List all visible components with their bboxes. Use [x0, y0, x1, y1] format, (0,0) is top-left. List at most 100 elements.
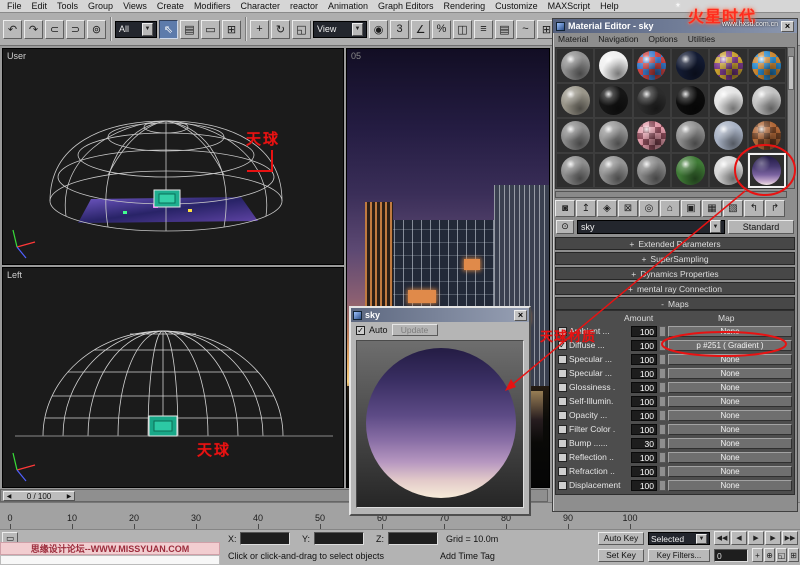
- map-enable-checkbox[interactable]: [558, 369, 567, 378]
- put-to-scene-icon[interactable]: ↥: [576, 200, 596, 217]
- make-unique-icon[interactable]: ◎: [639, 200, 659, 217]
- select-and-move-icon[interactable]: +: [250, 20, 269, 39]
- material-sample-17[interactable]: [709, 118, 747, 153]
- viewport-left[interactable]: Left: [2, 267, 344, 488]
- select-and-link-icon[interactable]: ⊂: [45, 20, 64, 39]
- curve-editor-icon[interactable]: ~: [516, 20, 535, 39]
- material-id-icon[interactable]: ▣: [681, 200, 701, 217]
- material-sample-23[interactable]: [709, 153, 747, 188]
- go-to-start-button[interactable]: ◀◀: [714, 531, 730, 545]
- selection-filter-dropdown[interactable]: All ▼: [115, 21, 157, 38]
- key-filters-button[interactable]: Key Filters...: [648, 549, 710, 562]
- material-sample-21[interactable]: [633, 153, 671, 188]
- map-amount-field[interactable]: 100: [631, 396, 657, 407]
- previous-frame-button[interactable]: ◀: [731, 531, 747, 545]
- scrollbar-thumb[interactable]: [788, 56, 794, 90]
- map-amount-field[interactable]: 100: [631, 452, 657, 463]
- material-sample-4[interactable]: [671, 48, 709, 83]
- rollout-extended-parameters[interactable]: +Extended Parameters: [555, 237, 795, 250]
- select-and-rotate-icon[interactable]: ↻: [271, 20, 290, 39]
- map-enable-checkbox[interactable]: [558, 425, 567, 434]
- rollout-supersampling[interactable]: +SuperSampling: [555, 252, 795, 265]
- percent-snap-icon[interactable]: %: [432, 20, 451, 39]
- material-sample-6[interactable]: [748, 48, 786, 83]
- amount-spinner[interactable]: [659, 480, 666, 491]
- material-sample-11[interactable]: [709, 83, 747, 118]
- me-menu-navigation[interactable]: Navigation: [598, 34, 638, 44]
- map-amount-field[interactable]: 100: [631, 354, 657, 365]
- z-coordinate-field[interactable]: [388, 532, 438, 545]
- material-sample-22[interactable]: [671, 153, 709, 188]
- material-sample-19[interactable]: [556, 153, 594, 188]
- map-button[interactable]: None: [668, 410, 792, 421]
- rectangular-region-icon[interactable]: ▭: [201, 20, 220, 39]
- menu-item-group[interactable]: Group: [83, 1, 118, 11]
- material-sample-3[interactable]: [633, 48, 671, 83]
- material-sample-9[interactable]: [633, 83, 671, 118]
- amount-spinner[interactable]: [659, 354, 666, 365]
- put-to-library-icon[interactable]: ⌂: [660, 200, 680, 217]
- map-button[interactable]: None: [668, 452, 792, 463]
- menu-item-create[interactable]: Create: [152, 1, 189, 11]
- material-sample-15[interactable]: [633, 118, 671, 153]
- me-menu-material[interactable]: Material: [558, 34, 588, 44]
- angle-snap-icon[interactable]: ∠: [411, 20, 430, 39]
- material-sample-5[interactable]: [709, 48, 747, 83]
- menu-item-maxscript[interactable]: MAXScript: [543, 1, 596, 11]
- map-amount-field[interactable]: 100: [631, 410, 657, 421]
- time-slider-handle[interactable]: ◀ 0 / 100 ▶: [3, 491, 75, 501]
- map-amount-field[interactable]: 100: [631, 424, 657, 435]
- amount-spinner[interactable]: [659, 438, 666, 449]
- reference-coordinate-dropdown[interactable]: View ▼: [313, 21, 367, 38]
- frame-forward-icon[interactable]: ▶: [64, 493, 74, 500]
- amount-spinner[interactable]: [659, 382, 666, 393]
- amount-spinner[interactable]: [659, 466, 666, 477]
- menu-item-animation[interactable]: Animation: [323, 1, 373, 11]
- crossing-window-icon[interactable]: ⊞: [222, 20, 241, 39]
- set-key-button[interactable]: Set Key: [598, 549, 644, 562]
- add-time-tag[interactable]: Add Time Tag: [440, 551, 495, 561]
- map-amount-field[interactable]: 100: [631, 368, 657, 379]
- y-coordinate-field[interactable]: [314, 532, 364, 545]
- sample-horizontal-scrollbar[interactable]: [555, 191, 787, 198]
- amount-spinner[interactable]: [659, 424, 666, 435]
- material-sample-18[interactable]: [748, 118, 786, 153]
- update-button[interactable]: Update: [392, 324, 438, 336]
- amount-spinner[interactable]: [659, 452, 666, 463]
- menu-item-reactor[interactable]: reactor: [285, 1, 323, 11]
- play-button[interactable]: ▶: [748, 531, 764, 545]
- go-to-parent-icon[interactable]: ↰: [744, 200, 764, 217]
- use-center-icon[interactable]: ◉: [369, 20, 388, 39]
- map-amount-field[interactable]: 100: [631, 326, 657, 337]
- map-button[interactable]: None: [668, 480, 792, 491]
- redo-icon[interactable]: ↷: [24, 20, 43, 39]
- map-enable-checkbox[interactable]: [558, 411, 567, 420]
- material-sample-1[interactable]: [556, 48, 594, 83]
- map-enable-checkbox[interactable]: [558, 481, 567, 490]
- menu-item-rendering[interactable]: Rendering: [439, 1, 491, 11]
- show-map-in-viewport-icon[interactable]: ▦: [702, 200, 722, 217]
- me-menu-options[interactable]: Options: [648, 34, 677, 44]
- amount-spinner[interactable]: [659, 396, 666, 407]
- menu-item-customize[interactable]: Customize: [490, 1, 543, 11]
- map-button[interactable]: None: [668, 396, 792, 407]
- bind-to-spacewarp-icon[interactable]: ⊚: [87, 20, 106, 39]
- menu-item-help[interactable]: Help: [595, 1, 624, 11]
- viewport-user[interactable]: User: [2, 48, 344, 265]
- show-end-result-icon[interactable]: ▧: [723, 200, 743, 217]
- map-button[interactable]: None: [668, 368, 792, 379]
- map-amount-field[interactable]: 100: [631, 466, 657, 477]
- select-object-icon[interactable]: ⇖: [159, 20, 178, 39]
- me-menu-utilities[interactable]: Utilities: [688, 34, 715, 44]
- map-enable-checkbox[interactable]: [558, 383, 567, 392]
- mirror-icon[interactable]: ◫: [453, 20, 472, 39]
- reset-map-icon[interactable]: ⊠: [618, 200, 638, 217]
- close-icon[interactable]: ×: [514, 310, 527, 321]
- rollout-mental-ray-connection[interactable]: +mental ray Connection: [555, 282, 795, 295]
- material-sample-12[interactable]: [748, 83, 786, 118]
- rollout-dynamics-properties[interactable]: +Dynamics Properties: [555, 267, 795, 280]
- amount-spinner[interactable]: [659, 368, 666, 379]
- menu-item-tools[interactable]: Tools: [52, 1, 83, 11]
- get-material-icon[interactable]: ◙: [555, 200, 575, 217]
- material-sample-13[interactable]: [556, 118, 594, 153]
